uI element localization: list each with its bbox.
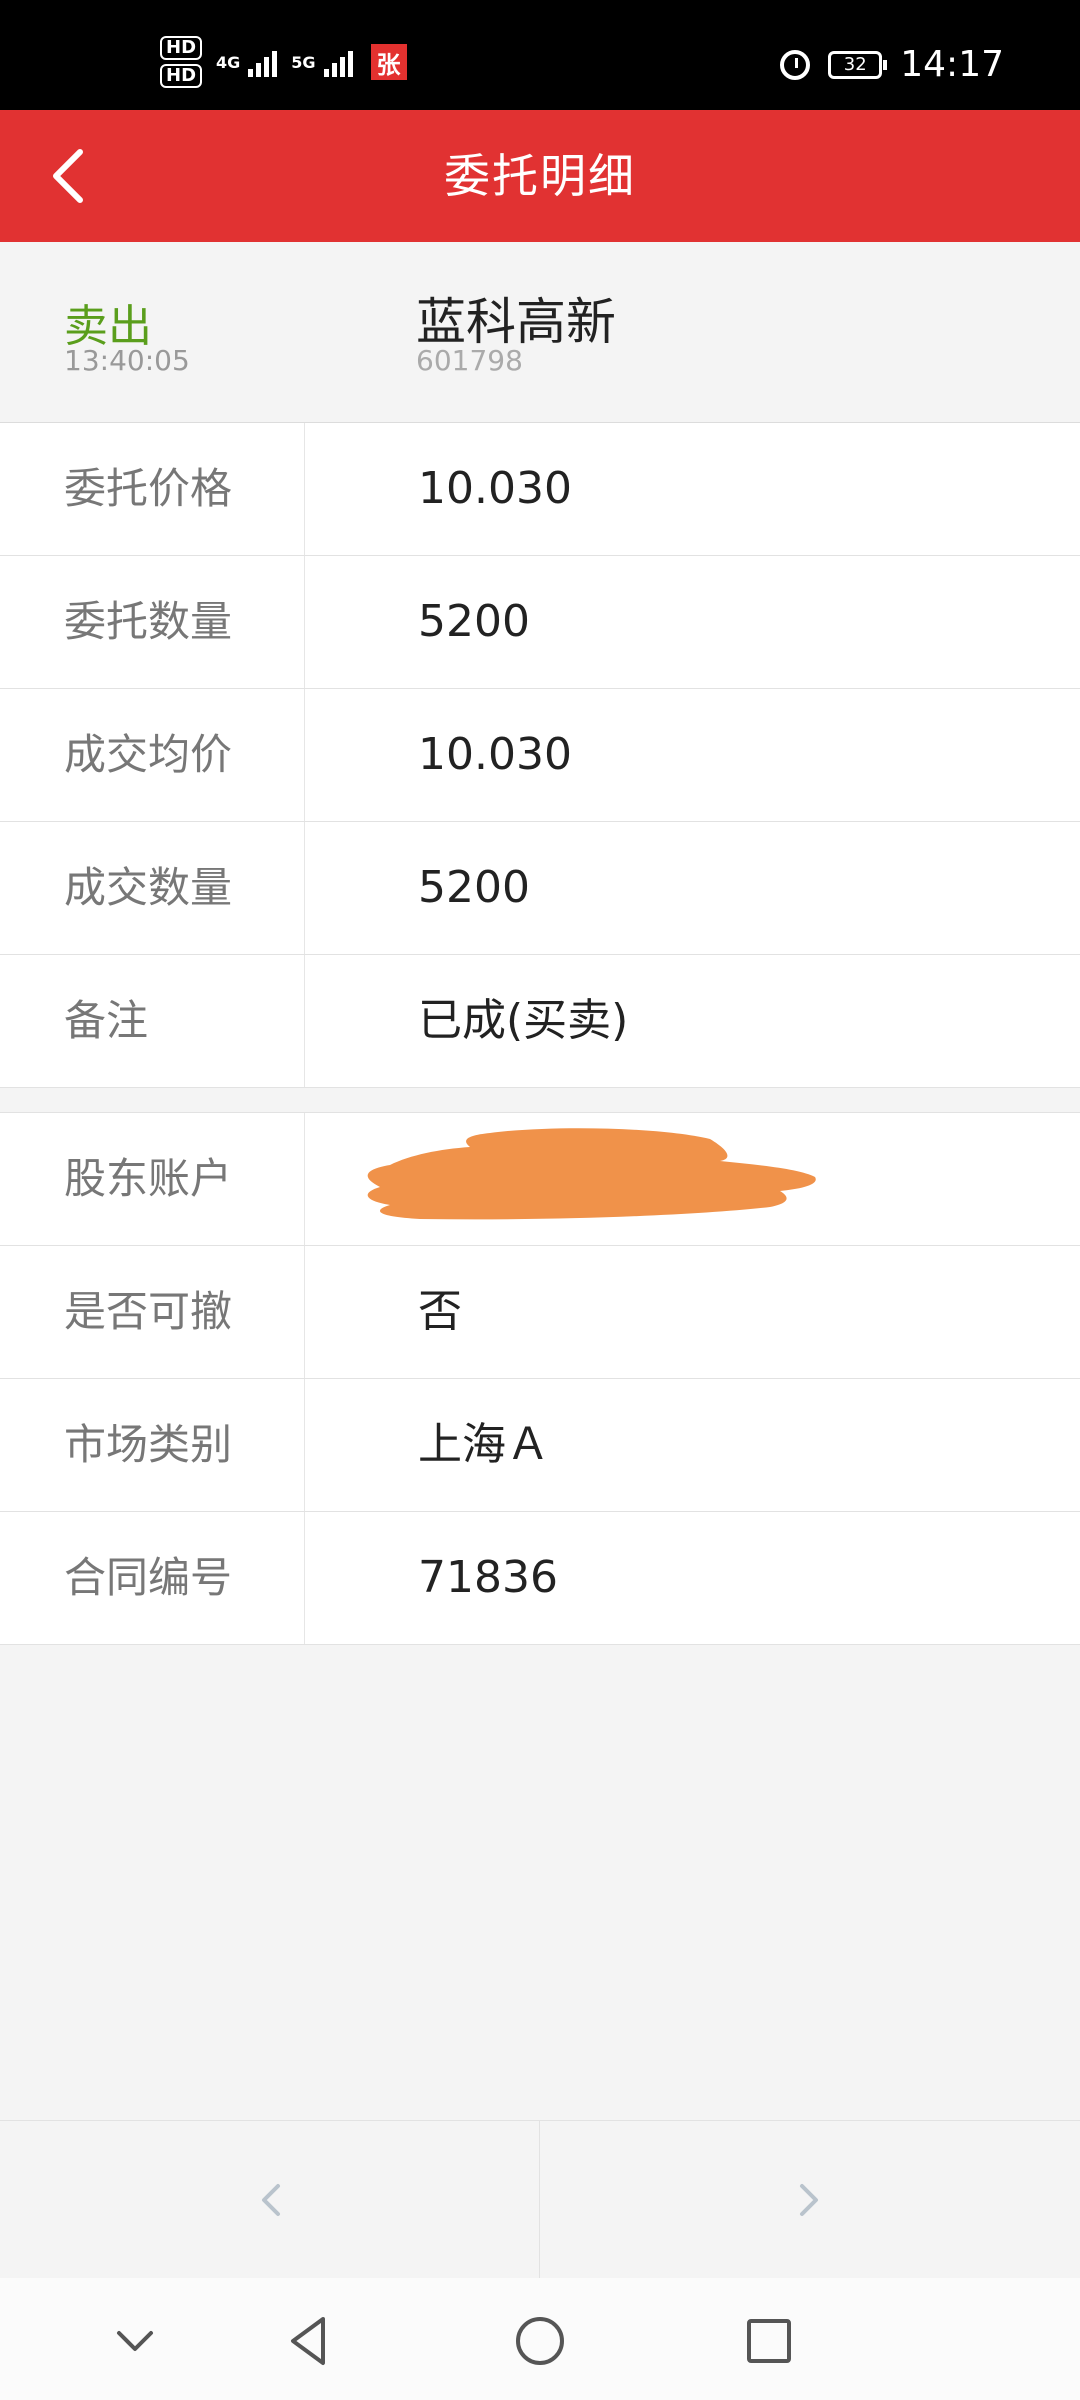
detail-row: 市场类别 上海Ａ — [0, 1379, 1080, 1512]
detail-label: 市场类别 — [64, 1420, 233, 1469]
home-circle-icon — [516, 2317, 564, 2365]
detail-row: 委托价格 10.030 — [0, 423, 1080, 556]
signal-bars-icon — [248, 47, 278, 77]
home-nav-button[interactable] — [505, 2306, 575, 2376]
detail-value: 5200 — [418, 862, 530, 913]
detail-label: 成交均价 — [64, 730, 233, 779]
detail-label: 委托数量 — [64, 597, 233, 646]
detail-row: 是否可撤 否 — [0, 1246, 1080, 1379]
order-summary: 卖出 13:40:05 蓝科高新 601798 — [0, 242, 1080, 423]
app-notification-icon: 张 — [370, 44, 407, 80]
back-triangle-icon — [291, 2317, 325, 2365]
detail-row: 合同编号 71836 — [0, 1512, 1080, 1645]
signal-group: HD HD 4G 5G 张 — [160, 36, 407, 88]
detail-label: 是否可撤 — [64, 1287, 233, 1336]
section-gap — [0, 1088, 1080, 1113]
back-nav-button[interactable] — [274, 2306, 344, 2376]
back-button[interactable] — [40, 148, 96, 204]
detail-value: 71836 — [418, 1552, 558, 1603]
detail-value: 上海Ａ — [418, 1419, 550, 1470]
chevron-left-icon — [261, 2184, 280, 2216]
hd2-indicator: HD — [160, 64, 203, 88]
sim1-network-type: 4G — [216, 52, 241, 72]
pager-bar — [0, 2120, 1080, 2279]
detail-value: 5200 — [418, 596, 530, 647]
detail-row: 成交数量 5200 — [0, 822, 1080, 955]
chevron-down-icon — [117, 2331, 153, 2351]
detail-label: 委托价格 — [64, 464, 233, 513]
status-bar: HD HD 4G 5G 张 32 14:17 — [0, 0, 1080, 110]
order-details-table: 委托价格 10.030 委托数量 5200 成交均价 10.030 成交数量 5… — [0, 423, 1080, 1645]
alarm-icon — [780, 49, 811, 80]
system-nav-bar — [0, 2278, 1080, 2400]
clock: 14:17 — [900, 44, 1004, 85]
prev-button[interactable] — [0, 2121, 540, 2279]
detail-value: 10.030 — [418, 463, 572, 514]
page-title: 委托明细 — [444, 149, 636, 203]
detail-label: 备注 — [64, 996, 149, 1045]
hd1-indicator: HD — [160, 36, 203, 60]
detail-row: 备注 已成(买卖) — [0, 955, 1080, 1088]
signal-bars-icon — [323, 47, 353, 77]
detail-value: 10.030 — [418, 729, 572, 780]
hd-indicators: HD HD — [160, 36, 203, 88]
recents-nav-button[interactable] — [734, 2306, 804, 2376]
detail-row: 委托数量 5200 — [0, 556, 1080, 689]
detail-row: 成交均价 10.030 — [0, 689, 1080, 822]
redaction-mark — [367, 1128, 816, 1220]
app-header: 委托明细 — [0, 110, 1080, 242]
detail-label: 成交数量 — [64, 863, 233, 912]
detail-row: 股东账户 — [0, 1113, 1080, 1246]
battery-level: 32 — [843, 54, 867, 75]
next-button[interactable] — [540, 2121, 1080, 2279]
hide-nav-button[interactable] — [100, 2306, 170, 2376]
chevron-right-icon — [800, 2184, 818, 2216]
order-time: 13:40:05 — [64, 344, 190, 377]
recents-square-icon — [747, 2319, 791, 2363]
sim2-network-type: 5G — [291, 52, 316, 72]
status-right: 32 14:17 — [780, 44, 1004, 85]
detail-value: 已成(买卖) — [418, 995, 629, 1046]
chevron-left-icon — [53, 149, 83, 203]
detail-label: 合同编号 — [64, 1553, 233, 1602]
detail-value: 否 — [418, 1286, 462, 1337]
battery-icon: 32 — [828, 50, 888, 79]
detail-label: 股东账户 — [64, 1154, 233, 1203]
stock-code: 601798 — [416, 344, 523, 377]
